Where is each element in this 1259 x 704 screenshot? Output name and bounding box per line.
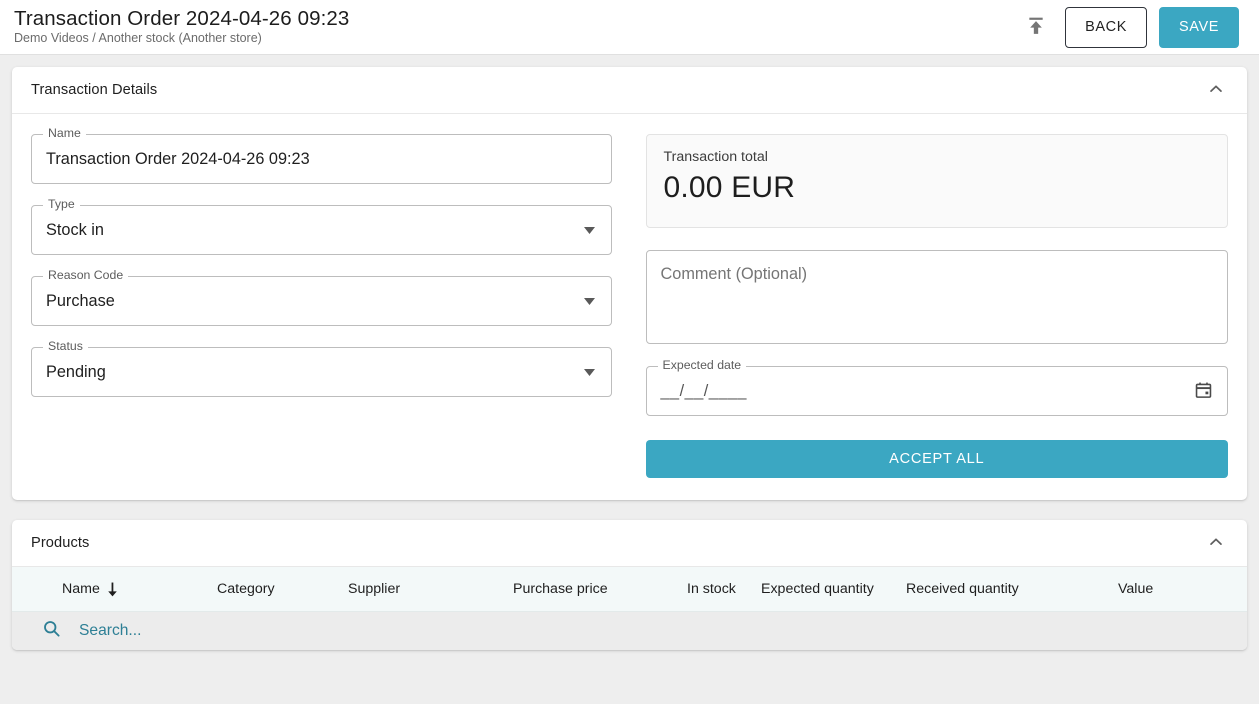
products-card: Products Name Category Supplier Purchase pr… xyxy=(12,520,1247,650)
expected-date-value[interactable]: __/__/____ xyxy=(647,382,1189,401)
search-input[interactable] xyxy=(77,621,497,641)
transaction-total-panel: Transaction total 0.00 EUR xyxy=(646,134,1229,228)
column-header-label: Expected quantity xyxy=(761,581,874,597)
search-icon[interactable] xyxy=(42,619,61,643)
reason-code-value: Purchase xyxy=(32,292,578,311)
details-right-column: Transaction total 0.00 EUR Expected date… xyxy=(646,134,1229,478)
products-table-header-row: Name Category Supplier Purchase price In sto… xyxy=(12,567,1247,611)
expected-date-wrapper: Expected date __/__/____ xyxy=(646,366,1229,416)
column-header-label: Purchase price xyxy=(513,581,608,597)
status-value: Pending xyxy=(32,363,578,382)
chevron-up-icon xyxy=(1206,532,1226,555)
column-header[interactable]: Supplier xyxy=(348,581,400,597)
type-value: Stock in xyxy=(32,221,578,240)
calendar-picker-button[interactable] xyxy=(1188,376,1218,406)
column-header[interactable]: Value xyxy=(1118,581,1153,597)
chevron-down-icon[interactable] xyxy=(578,360,602,384)
column-header[interactable]: Received quantity xyxy=(906,581,1019,597)
comment-field-wrapper xyxy=(646,250,1229,344)
transaction-total-value: 0.00 EUR xyxy=(664,169,1211,207)
section-title-products: Products xyxy=(31,535,1199,551)
name-field[interactable]: Name xyxy=(31,134,612,184)
comment-textarea[interactable] xyxy=(647,251,1228,343)
column-header-label: Supplier xyxy=(348,581,400,597)
products-header: Products xyxy=(12,520,1247,567)
column-header-label: Value xyxy=(1118,581,1153,597)
column-header-label: Category xyxy=(217,581,275,597)
expected-date-field[interactable]: Expected date __/__/____ xyxy=(646,366,1229,416)
column-header-label: In stock xyxy=(687,581,736,597)
back-button[interactable]: BACK xyxy=(1065,7,1147,48)
collapse-transaction-details-button[interactable] xyxy=(1199,73,1233,107)
page-title: Transaction Order 2024-04-26 09:23 xyxy=(14,8,1019,30)
save-button[interactable]: SAVE xyxy=(1159,7,1239,48)
column-header-label: Received quantity xyxy=(906,581,1019,597)
name-input[interactable] xyxy=(32,150,611,169)
column-header[interactable]: Name xyxy=(62,581,119,597)
transaction-details-header: Transaction Details xyxy=(12,67,1247,114)
column-header[interactable]: Category xyxy=(217,581,275,597)
upload-button[interactable] xyxy=(1019,10,1053,44)
upload-icon xyxy=(1026,16,1046,39)
column-header[interactable]: Purchase price xyxy=(513,581,608,597)
header-titles: Transaction Order 2024-04-26 09:23 Demo … xyxy=(14,8,1019,45)
status-field[interactable]: Status Pending xyxy=(31,347,612,397)
reason-code-field-label: Reason Code xyxy=(43,269,128,281)
arrow-down-icon[interactable] xyxy=(106,582,119,597)
chevron-up-icon xyxy=(1206,79,1226,102)
calendar-icon xyxy=(1194,380,1213,403)
details-left-column: Name Type Stock in Reason Code Purchase xyxy=(31,134,612,478)
collapse-products-button[interactable] xyxy=(1199,526,1233,560)
name-field-label: Name xyxy=(43,127,86,139)
type-field[interactable]: Type Stock in xyxy=(31,205,612,255)
breadcrumb: Demo Videos / Another stock (Another sto… xyxy=(14,32,1019,46)
transaction-details-body: Name Type Stock in Reason Code Purchase xyxy=(12,114,1247,500)
column-header[interactable]: In stock xyxy=(687,581,736,597)
section-title-transaction-details: Transaction Details xyxy=(31,82,1199,98)
column-header-label: Name xyxy=(62,581,100,597)
column-header[interactable]: Expected quantity xyxy=(761,581,874,597)
status-field-label: Status xyxy=(43,340,88,352)
accept-all-button[interactable]: ACCEPT ALL xyxy=(646,440,1229,478)
chevron-down-icon[interactable] xyxy=(578,218,602,242)
expected-date-label: Expected date xyxy=(658,359,747,371)
transaction-total-label: Transaction total xyxy=(664,149,1211,165)
app-header: Transaction Order 2024-04-26 09:23 Demo … xyxy=(0,0,1259,55)
chevron-down-icon[interactable] xyxy=(578,289,602,313)
header-actions: BACK SAVE xyxy=(1019,7,1245,48)
comment-field[interactable] xyxy=(646,250,1229,344)
products-search-row[interactable] xyxy=(12,611,1247,650)
type-field-label: Type xyxy=(43,198,80,210)
reason-code-field[interactable]: Reason Code Purchase xyxy=(31,276,612,326)
transaction-details-card: Transaction Details Name Type Stock i xyxy=(12,67,1247,500)
page-body: Transaction Details Name Type Stock i xyxy=(0,55,1259,704)
